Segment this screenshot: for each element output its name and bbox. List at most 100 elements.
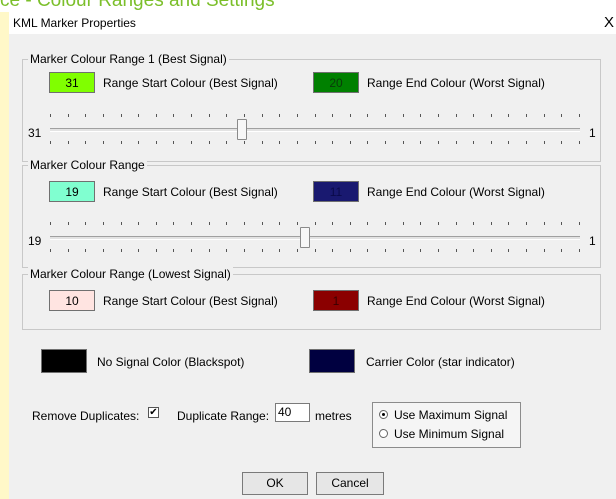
- range-1-slider-thumb[interactable]: [237, 119, 247, 140]
- slider-tick: [191, 222, 192, 225]
- range-2-slider[interactable]: [50, 218, 580, 258]
- slider-tick: [244, 222, 245, 225]
- range-1-slider-max-label: 1: [589, 126, 596, 140]
- range-1-slider[interactable]: [50, 110, 580, 150]
- no-signal-label: No Signal Color (Blackspot): [97, 355, 245, 369]
- range-2-slider-thumb[interactable]: [300, 227, 310, 248]
- slider-tick: [491, 249, 492, 252]
- use-minimum-signal-radio[interactable]: [379, 429, 388, 438]
- duplicate-range-value: 40: [278, 405, 292, 419]
- slider-tick: [526, 114, 527, 117]
- range-1-end-value: 20: [329, 76, 343, 90]
- slider-tick: [456, 141, 457, 144]
- close-button[interactable]: X: [602, 12, 616, 34]
- slider-tick: [438, 222, 439, 225]
- slider-tick: [561, 114, 562, 117]
- slider-tick: [420, 249, 421, 252]
- slider-tick: [332, 114, 333, 117]
- slider-tick: [244, 114, 245, 117]
- slider-tick: [473, 249, 474, 252]
- slider-tick: [315, 249, 316, 252]
- slider-tick: [226, 141, 227, 144]
- slider-tick: [103, 222, 104, 225]
- slider-tick: [508, 114, 509, 117]
- cancel-button[interactable]: Cancel: [316, 472, 384, 495]
- slider-tick: [473, 114, 474, 117]
- slider-tick: [68, 249, 69, 252]
- slider-tick: [367, 141, 368, 144]
- no-signal-color-swatch[interactable]: [41, 349, 87, 373]
- slider-tick: [438, 249, 439, 252]
- slider-tick: [103, 249, 104, 252]
- slider-tick: [85, 114, 86, 117]
- kml-marker-properties-dialog: KML Marker Properties X Marker Colour Ra…: [9, 12, 616, 499]
- range-2-start-label: Range Start Colour (Best Signal): [103, 185, 278, 199]
- duplicate-range-input[interactable]: 40: [275, 403, 310, 422]
- range-2-start-color-swatch[interactable]: 19: [49, 181, 95, 202]
- slider-tick: [244, 141, 245, 144]
- range-1-end-color-swatch[interactable]: 20: [313, 72, 359, 93]
- slider-tick: [315, 141, 316, 144]
- slider-tick: [544, 141, 545, 144]
- slider-tick: [138, 141, 139, 144]
- slider-tick: [50, 141, 51, 144]
- carrier-label: Carrier Color (star indicator): [366, 355, 515, 369]
- slider-tick: [526, 141, 527, 144]
- slider-tick: [50, 114, 51, 117]
- slider-tick: [456, 249, 457, 252]
- range-group-2-legend: Marker Colour Range: [28, 158, 147, 172]
- remove-duplicates-checkbox[interactable]: ✔: [148, 407, 159, 418]
- slider-tick: [420, 222, 421, 225]
- carrier-color-swatch[interactable]: [309, 349, 355, 373]
- range-1-slider-ticks-top: [50, 114, 580, 117]
- slider-tick: [121, 114, 122, 117]
- range-2-end-color-swatch[interactable]: 11: [313, 181, 359, 202]
- slider-tick: [68, 141, 69, 144]
- slider-tick: [50, 249, 51, 252]
- slider-tick: [262, 222, 263, 225]
- range-3-end-color-swatch[interactable]: 1: [313, 290, 359, 311]
- range-3-end-value: 1: [332, 294, 340, 308]
- slider-tick: [121, 249, 122, 252]
- slider-tick: [350, 141, 351, 144]
- range-1-start-color-swatch[interactable]: 31: [49, 72, 95, 93]
- slider-tick: [156, 249, 157, 252]
- slider-tick: [297, 141, 298, 144]
- slider-tick: [85, 141, 86, 144]
- slider-tick: [526, 222, 527, 225]
- use-maximum-signal-label[interactable]: Use Maximum Signal: [394, 408, 507, 422]
- slider-tick: [438, 114, 439, 117]
- slider-tick: [561, 141, 562, 144]
- slider-tick: [508, 249, 509, 252]
- slider-tick: [226, 114, 227, 117]
- slider-tick: [367, 249, 368, 252]
- range-group-3-legend: Marker Colour Range (Lowest Signal): [28, 267, 233, 281]
- slider-tick: [279, 114, 280, 117]
- ok-button[interactable]: OK: [242, 472, 308, 495]
- range-3-start-color-swatch[interactable]: 10: [49, 290, 95, 311]
- slider-tick: [209, 141, 210, 144]
- range-group-1-legend: Marker Colour Range 1 (Best Signal): [28, 52, 229, 66]
- range-3-start-label: Range Start Colour (Best Signal): [103, 294, 278, 308]
- range-group-1: Marker Colour Range 1 (Best Signal) 31 R…: [22, 52, 601, 162]
- slider-tick: [297, 114, 298, 117]
- slider-tick: [579, 114, 580, 117]
- use-minimum-signal-label[interactable]: Use Minimum Signal: [394, 427, 504, 441]
- slider-tick: [420, 114, 421, 117]
- article-backdrop: ce - Colour Ranges and Settings: [0, 0, 616, 12]
- slider-tick: [156, 114, 157, 117]
- slider-tick: [297, 222, 298, 225]
- article-margin: [0, 12, 9, 499]
- use-maximum-signal-radio[interactable]: [379, 410, 388, 419]
- slider-tick: [456, 114, 457, 117]
- slider-tick: [350, 114, 351, 117]
- slider-tick: [544, 222, 545, 225]
- slider-tick: [138, 249, 139, 252]
- slider-tick: [121, 222, 122, 225]
- slider-tick: [544, 114, 545, 117]
- slider-tick: [191, 114, 192, 117]
- range-1-start-value: 31: [65, 76, 79, 90]
- slider-tick: [561, 222, 562, 225]
- range-2-slider-ticks-bottom: [50, 249, 580, 252]
- slider-tick: [156, 141, 157, 144]
